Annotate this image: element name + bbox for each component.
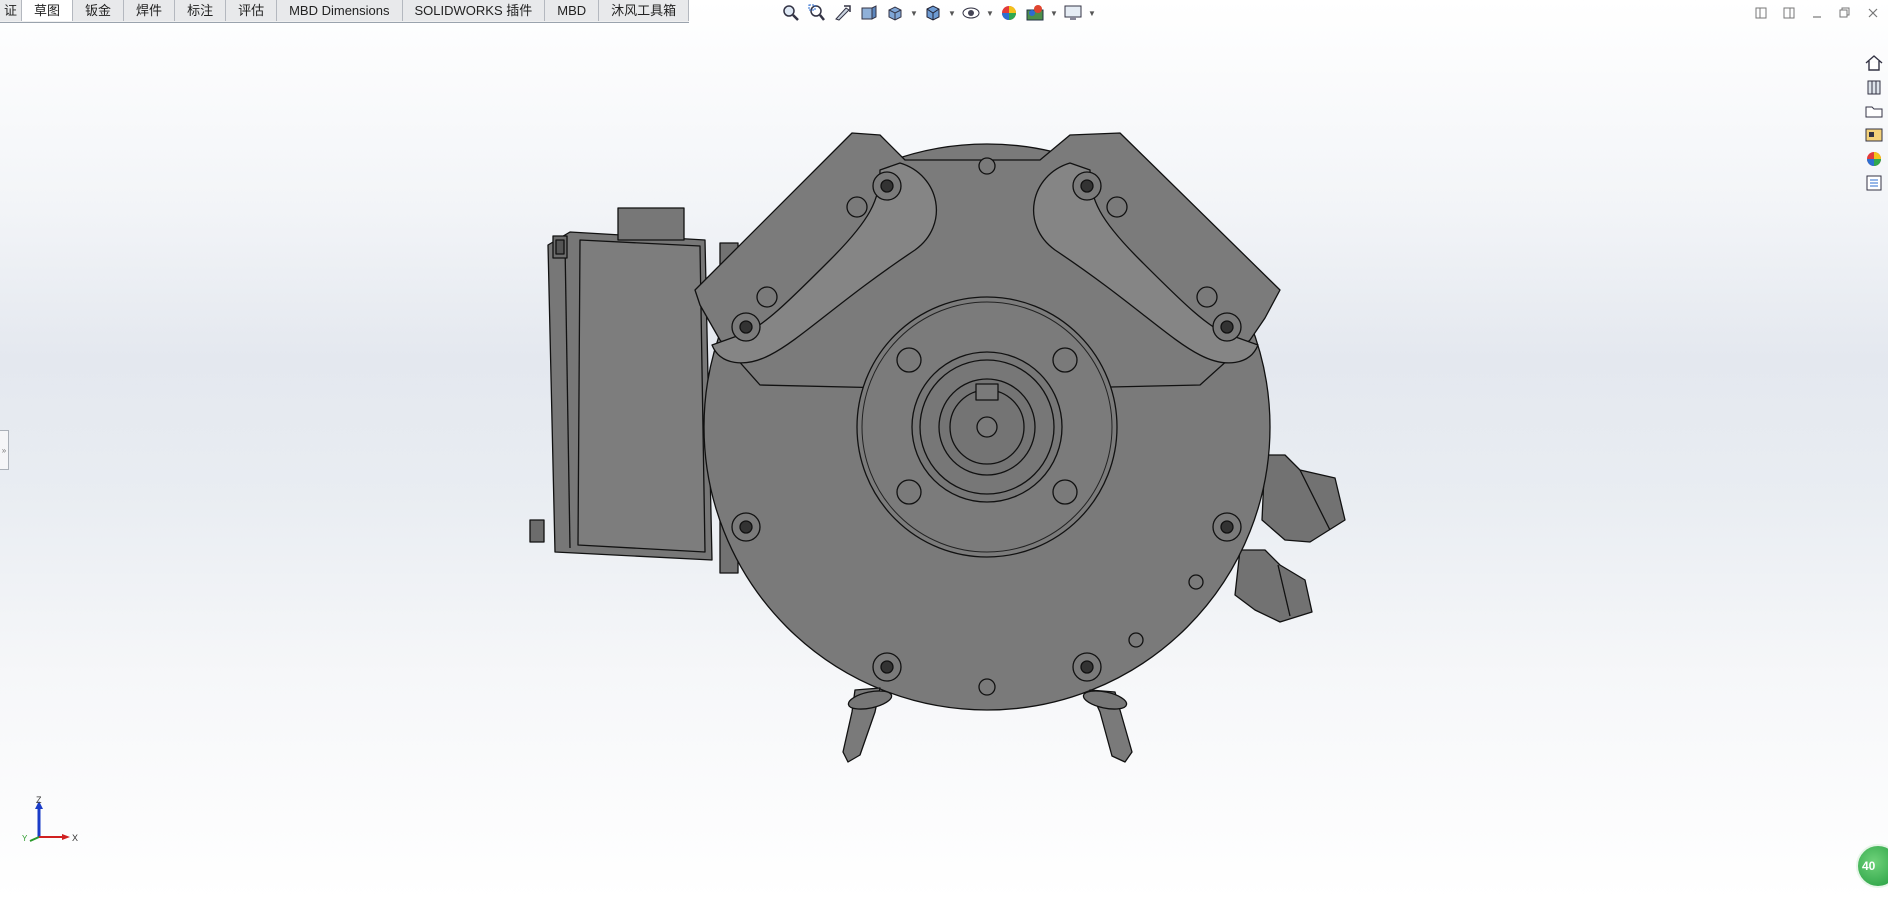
status-badge-text: 40 (1862, 859, 1876, 873)
triad-x-label: X (72, 833, 78, 843)
triad-y-label: Y (22, 834, 28, 843)
graphics-area-model[interactable] (0, 0, 1888, 900)
triad-z-label: Z (36, 795, 42, 805)
reference-triad: Z X Y (22, 795, 78, 843)
